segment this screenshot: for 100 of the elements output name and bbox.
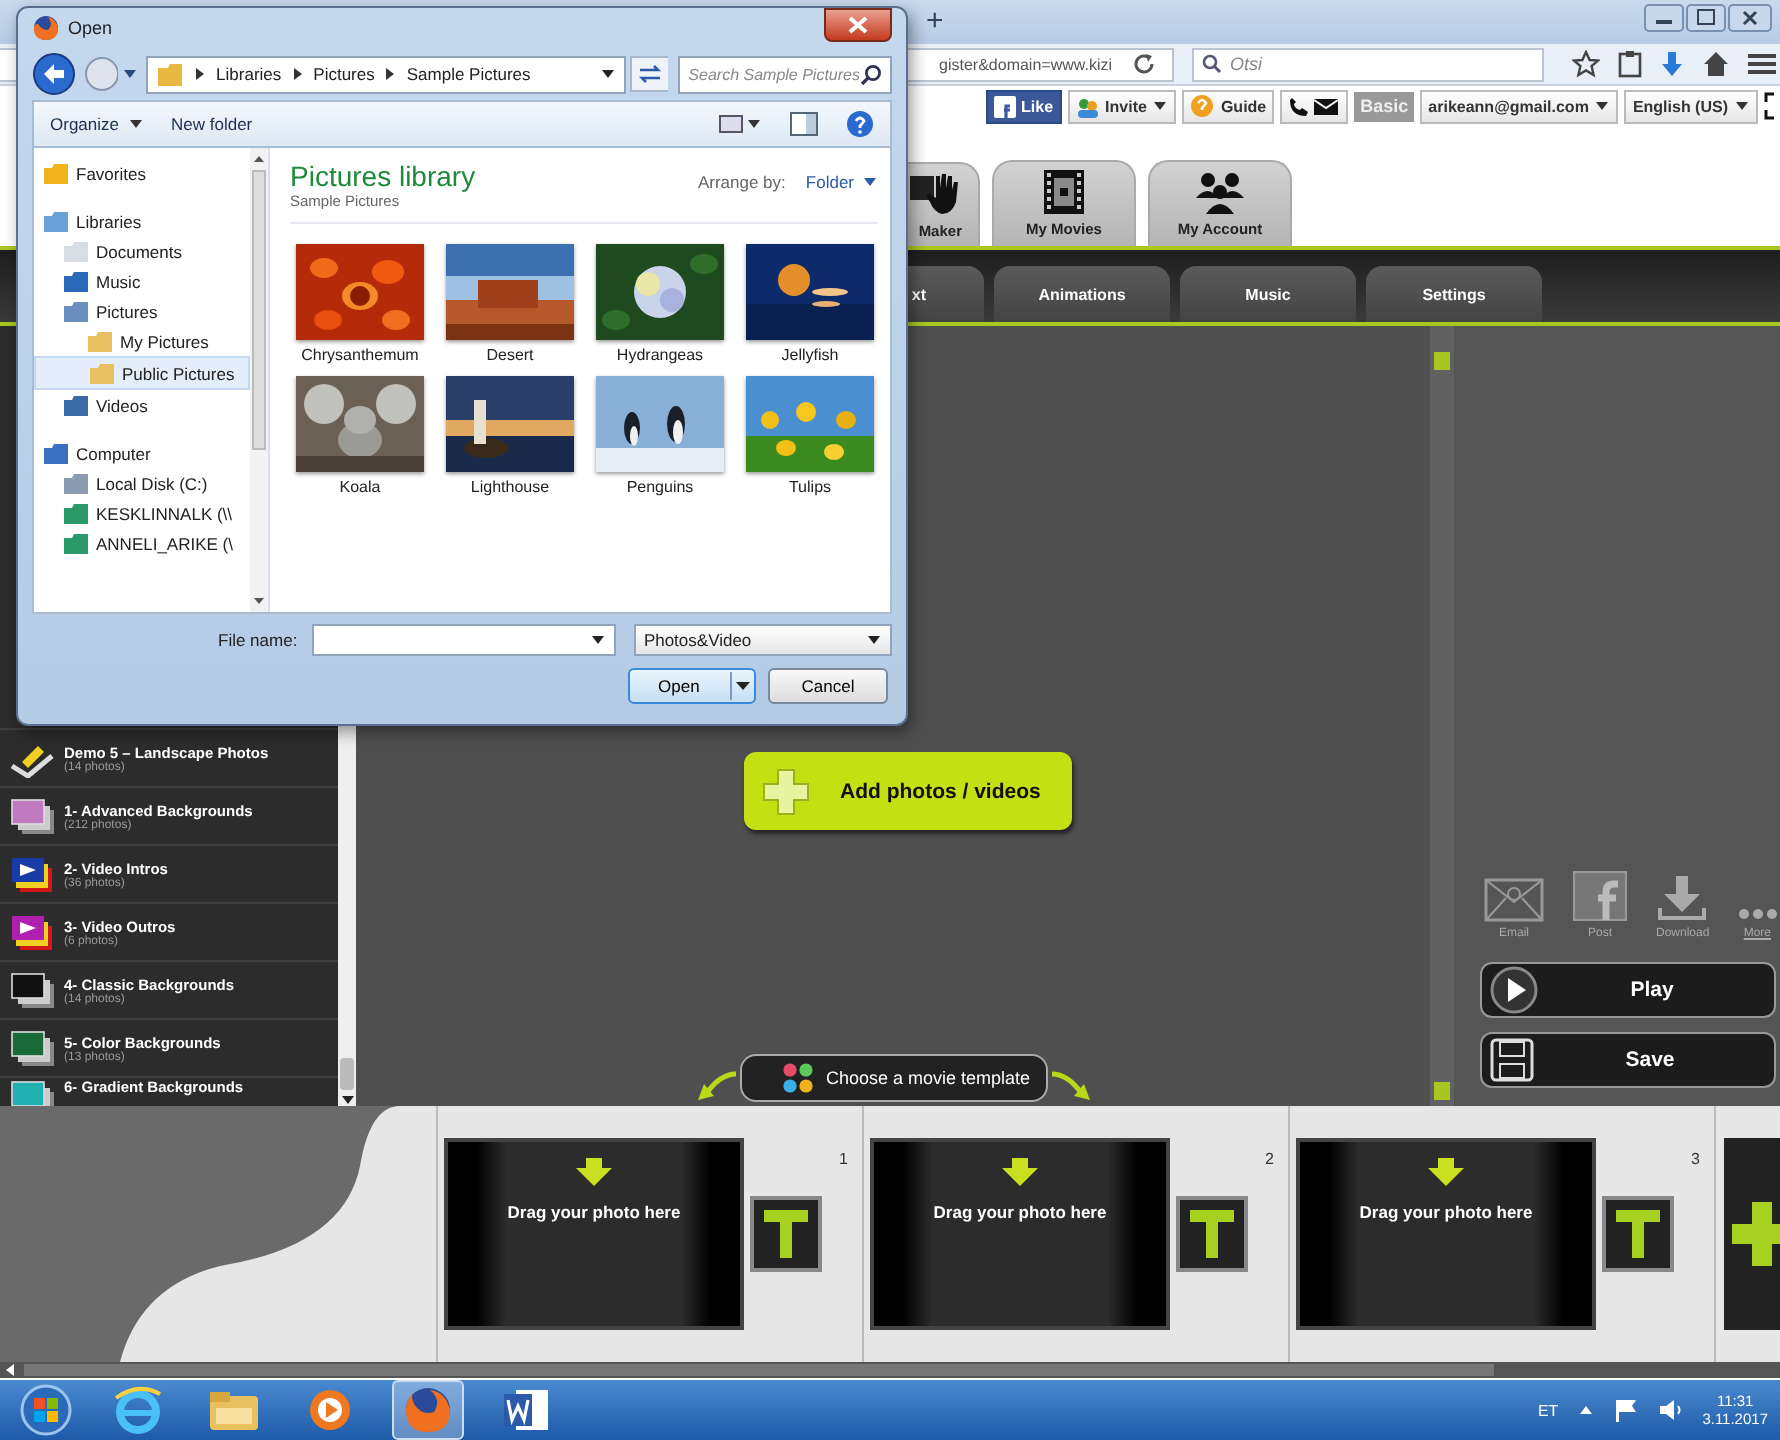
minimize-icon[interactable] — [1644, 4, 1684, 32]
file-item[interactable]: Penguins — [590, 376, 730, 496]
nav-item[interactable]: Music — [34, 266, 250, 296]
file-type-dropdown[interactable]: Photos&Video — [633, 623, 892, 655]
arrange-dropdown[interactable]: Folder — [805, 172, 878, 192]
nav-item[interactable]: Public Pictures — [34, 356, 250, 390]
new-folder-button[interactable]: New folder — [171, 114, 253, 134]
breadcrumb-item[interactable]: Sample Pictures — [406, 64, 531, 84]
nav-item[interactable]: Computer — [34, 438, 250, 468]
text-slide-button[interactable] — [1602, 1196, 1674, 1272]
like-button[interactable]: Like — [985, 89, 1062, 123]
invite-button[interactable]: Invite — [1067, 89, 1177, 123]
plan-badge: Basic — [1354, 91, 1415, 121]
editor-tab[interactable]: Settings — [1366, 266, 1542, 322]
scroll-up-icon[interactable] — [252, 154, 266, 164]
firefox-taskbar-icon[interactable] — [392, 1380, 464, 1440]
down-arrow-icon — [1002, 1158, 1038, 1186]
close-icon[interactable] — [1728, 4, 1772, 32]
file-name-field[interactable] — [312, 623, 616, 655]
breadcrumb-item[interactable]: Libraries — [216, 64, 282, 84]
slide-number: 3 — [1691, 1150, 1700, 1168]
caret-icon[interactable] — [122, 68, 139, 80]
nav-item[interactable]: My Pictures — [34, 326, 250, 356]
caret-icon — [862, 176, 878, 188]
text-slide-button[interactable] — [1176, 1196, 1248, 1272]
start-button[interactable] — [16, 1382, 76, 1438]
nav-item[interactable]: KESKLINNALK (\\ — [34, 498, 250, 528]
folder-icon — [42, 441, 70, 465]
nav-item[interactable]: Documents — [34, 236, 250, 266]
breadcrumb-item[interactable]: Pictures — [313, 64, 375, 84]
letter-t-icon — [1614, 1208, 1662, 1260]
reload-icon[interactable] — [1132, 52, 1156, 76]
folder-icon — [62, 501, 90, 525]
photo-drop-zone[interactable]: Drag your photo here — [1296, 1138, 1596, 1330]
text-slide-button[interactable] — [750, 1196, 822, 1272]
save-button[interactable]: Save — [1480, 1032, 1776, 1088]
file-item[interactable]: Hydrangeas — [590, 244, 730, 364]
photo-drop-zone[interactable]: Drag your photo here — [870, 1138, 1170, 1330]
nav-item[interactable]: Favorites — [34, 158, 250, 188]
add-slide-button[interactable] — [1724, 1138, 1780, 1330]
cancel-button[interactable]: Cancel — [768, 667, 888, 703]
maximize-icon[interactable] — [1686, 4, 1726, 32]
file-item[interactable]: Tulips — [740, 376, 880, 496]
search-field[interactable]: Otsi — [1192, 47, 1544, 81]
firefox-icon — [32, 14, 60, 42]
file-item[interactable]: Jellyfish — [740, 244, 880, 364]
view-options-icon[interactable] — [718, 112, 762, 136]
nav-item[interactable]: Libraries — [34, 206, 250, 236]
scrollbar-thumb[interactable] — [252, 170, 266, 450]
home-icon[interactable] — [1702, 50, 1730, 78]
caret-icon — [127, 118, 143, 130]
help-icon[interactable] — [846, 110, 874, 138]
preview-pane-icon[interactable] — [790, 112, 818, 136]
file-item[interactable]: Koala — [290, 376, 430, 496]
organize-menu[interactable]: Organize — [50, 114, 143, 134]
account-dropdown[interactable]: arikeann@gmail.com — [1420, 89, 1619, 123]
file-item[interactable]: Desert — [440, 244, 580, 364]
photo-drop-zone[interactable]: Drag your photo here — [444, 1138, 744, 1330]
flag-icon[interactable] — [1614, 1398, 1639, 1422]
editor-tab[interactable]: Animations — [994, 266, 1170, 322]
scrollbar-thumb[interactable] — [340, 1058, 354, 1090]
contact-button[interactable] — [1280, 89, 1349, 123]
envelope-icon — [1484, 878, 1544, 922]
close-button[interactable] — [824, 8, 892, 42]
menu-icon[interactable] — [1748, 52, 1776, 76]
language-indicator[interactable]: ET — [1537, 1401, 1559, 1419]
refresh-icon[interactable] — [629, 56, 669, 92]
scrollbar-thumb[interactable] — [24, 1364, 1494, 1376]
caret-icon[interactable] — [599, 68, 616, 80]
curved-arrow-icon — [696, 1070, 740, 1102]
back-button[interactable] — [32, 52, 80, 96]
play-button[interactable]: Play — [1480, 962, 1776, 1018]
caret-icon — [1152, 100, 1169, 112]
address-bar[interactable]: Libraries Pictures Sample Pictures — [146, 55, 626, 93]
guide-button[interactable]: Guide — [1182, 89, 1275, 123]
editor-tab[interactable]: Music — [1180, 266, 1356, 322]
folder-icon — [62, 471, 90, 495]
nav-item[interactable]: Local Disk (C:) — [34, 468, 250, 498]
scroll-down-icon[interactable] — [252, 596, 266, 606]
file-item[interactable]: Chrysanthemum — [290, 244, 430, 364]
open-button[interactable]: Open — [628, 667, 756, 703]
letter-t-icon — [1188, 1208, 1236, 1260]
file-item[interactable]: Lighthouse — [440, 376, 580, 496]
download-icon[interactable] — [1660, 50, 1684, 78]
template-button[interactable]: Choose a movie template — [740, 1054, 1049, 1102]
add-photos-button[interactable]: Add photos / videos — [744, 752, 1073, 830]
split-caret-icon — [730, 671, 754, 699]
plus-icon — [760, 765, 812, 817]
nav-item[interactable]: Videos — [34, 390, 250, 420]
show-hidden-icons-icon[interactable] — [1578, 1404, 1595, 1416]
folder-icon — [42, 161, 70, 185]
speaker-icon[interactable] — [1658, 1398, 1683, 1422]
clipboard-icon[interactable] — [1618, 50, 1642, 78]
nav-item[interactable]: ANNELI_ARIKE (\ — [34, 528, 250, 558]
new-tab-button[interactable]: + — [926, 4, 944, 38]
nav-item[interactable]: Pictures — [34, 296, 250, 326]
language-dropdown[interactable]: English (US) — [1624, 89, 1758, 123]
bookmark-star-icon[interactable] — [1572, 50, 1600, 78]
fullscreen-icon[interactable] — [1764, 92, 1776, 120]
search-field[interactable]: Search Sample Pictures — [678, 55, 892, 93]
